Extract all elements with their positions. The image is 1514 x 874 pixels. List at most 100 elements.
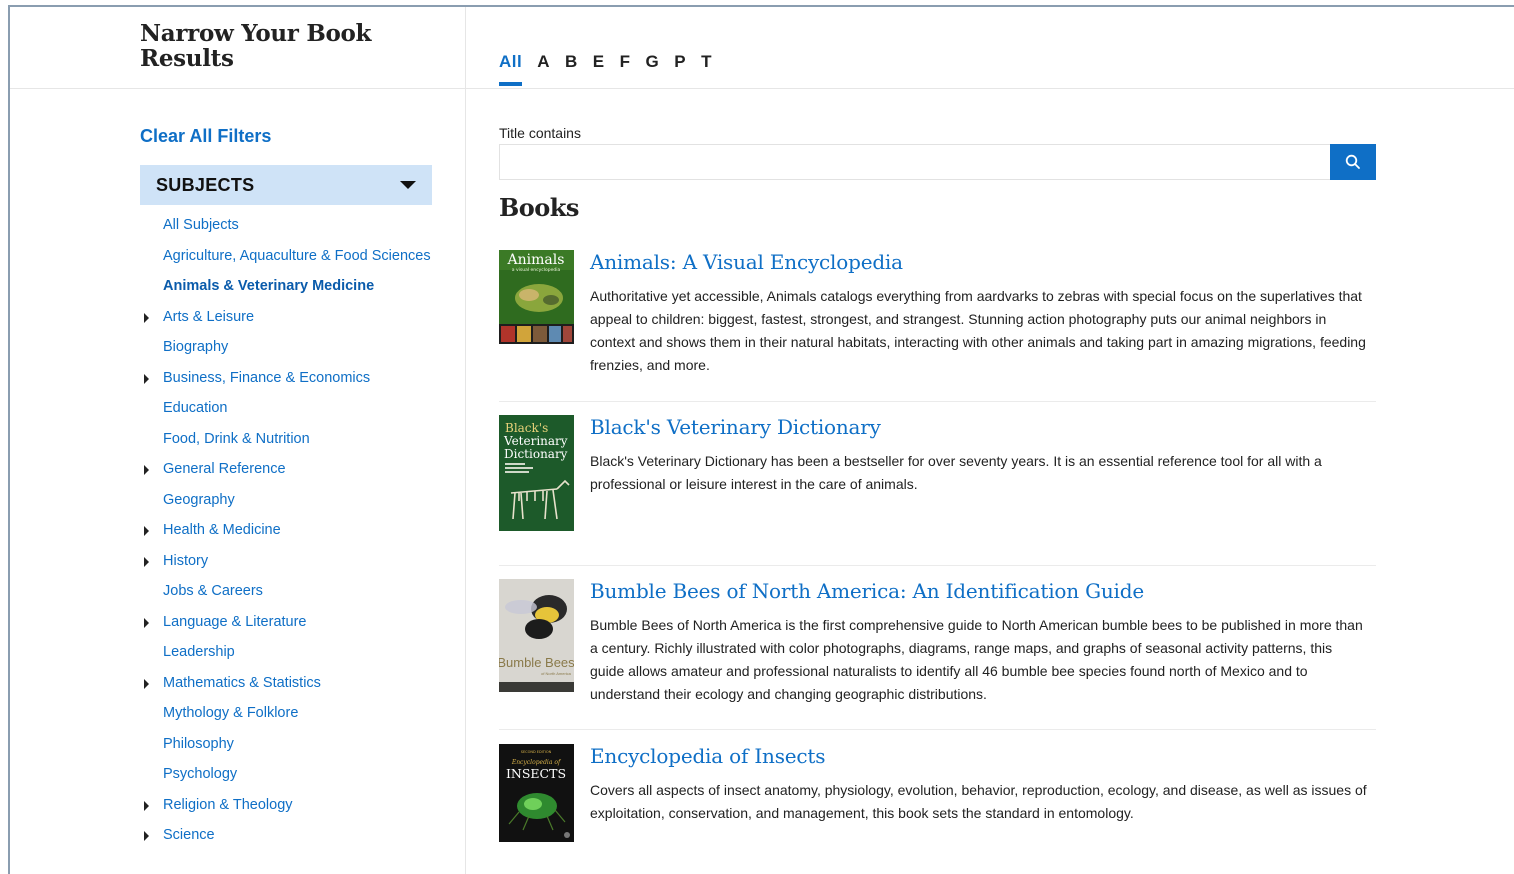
subject-item[interactable]: Geography bbox=[140, 489, 440, 512]
subject-label: Leadership bbox=[163, 644, 235, 660]
subject-item[interactable]: Mythology & Folklore bbox=[140, 702, 440, 725]
book-item: SECOND EDITION Encyclopedia of INSECTS E… bbox=[499, 744, 1376, 874]
subject-label: Mathematics & Statistics bbox=[163, 674, 321, 691]
subject-item[interactable]: Language & Literature bbox=[140, 611, 440, 634]
results-main: All A B E F G P T Title contains Books Animals … bbox=[466, 7, 1514, 874]
subject-label: Philosophy bbox=[163, 735, 234, 752]
subject-item[interactable]: Mathematics & Statistics bbox=[140, 672, 440, 695]
cover-title: Veterinary bbox=[503, 434, 568, 448]
cover-edition: SECOND EDITION bbox=[521, 750, 552, 754]
filter-sidebar: Narrow Your Book Results Clear All Filte… bbox=[10, 7, 466, 874]
subject-item[interactable]: History bbox=[140, 550, 440, 573]
subject-label: Geography bbox=[163, 491, 235, 508]
subject-label: Jobs & Careers bbox=[163, 583, 263, 599]
search-icon bbox=[1345, 154, 1360, 169]
subject-item[interactable]: Business, Finance & Economics bbox=[140, 367, 440, 390]
book-description: Covers all aspects of insect anatomy, ph… bbox=[590, 782, 1367, 821]
books-heading: Books bbox=[499, 193, 579, 222]
subject-item[interactable]: Biography bbox=[140, 336, 440, 359]
book-item: Bumble Bees of North America Bumble Bees… bbox=[499, 579, 1376, 730]
book-description: Bumble Bees of North America is the firs… bbox=[590, 617, 1363, 702]
subject-item[interactable]: Agriculture, Aquaculture & Food Sciences bbox=[140, 245, 440, 268]
tab-a[interactable]: A bbox=[537, 52, 550, 88]
subjects-label: SUBJECTS bbox=[156, 174, 255, 195]
tab-f[interactable]: F bbox=[620, 52, 631, 88]
subject-label: Arts & Leisure bbox=[163, 308, 255, 325]
title-search-input[interactable] bbox=[499, 144, 1330, 180]
subject-item[interactable]: Religion & Theology bbox=[140, 794, 440, 817]
subject-item[interactable]: Jobs & Careers bbox=[140, 580, 440, 603]
subject-label: Language & Literature bbox=[163, 613, 307, 630]
cover-title: Animals bbox=[507, 252, 565, 268]
cover-title: Black's bbox=[505, 421, 548, 435]
tab-b[interactable]: B bbox=[565, 52, 578, 88]
cover-title: INSECTS bbox=[506, 766, 566, 781]
tab-t[interactable]: T bbox=[701, 52, 712, 88]
expand-triangle-icon[interactable] bbox=[144, 465, 149, 475]
book-item: Animals a visual encyclopedia Animals: A… bbox=[499, 250, 1376, 402]
subject-item[interactable]: Science bbox=[140, 824, 440, 847]
tab-e[interactable]: E bbox=[593, 52, 605, 88]
subject-item[interactable]: Arts & Leisure bbox=[140, 306, 440, 329]
cover-title: Bumble Bees bbox=[499, 655, 574, 670]
subjects-accordion-header[interactable]: SUBJECTS bbox=[140, 165, 432, 205]
expand-triangle-icon[interactable] bbox=[144, 373, 149, 384]
expand-triangle-icon[interactable] bbox=[144, 678, 149, 689]
book-title-link[interactable]: Encyclopedia of Insects bbox=[590, 744, 826, 768]
tab-g[interactable]: G bbox=[646, 52, 660, 88]
subject-item[interactable]: Philosophy bbox=[140, 733, 440, 756]
book-item: Black's Veterinary Dictionary Black's Ve… bbox=[499, 415, 1376, 566]
subject-label: History bbox=[163, 552, 209, 569]
subject-label: Education bbox=[163, 400, 228, 416]
search-label: Title contains bbox=[499, 125, 581, 141]
subject-label: Biography bbox=[163, 339, 229, 355]
letter-tabs: All A B E F G P T bbox=[499, 52, 727, 88]
expand-triangle-icon[interactable] bbox=[144, 312, 149, 323]
cover-subtitle: a visual encyclopedia bbox=[512, 267, 561, 273]
subject-label: Science bbox=[163, 827, 215, 843]
subject-label: Animals & Veterinary Medicine bbox=[163, 278, 375, 294]
sidebar-title: Narrow Your Book Results bbox=[140, 20, 372, 72]
cover-subtitle: Encyclopedia of bbox=[511, 759, 562, 766]
subject-item[interactable]: Education bbox=[140, 397, 440, 420]
tab-all[interactable]: All bbox=[499, 52, 523, 88]
book-title-link[interactable]: Animals: A Visual Encyclopedia bbox=[590, 250, 903, 274]
chevron-down-icon bbox=[400, 181, 416, 189]
book-title-link[interactable]: Black's Veterinary Dictionary bbox=[590, 415, 881, 439]
subject-item[interactable]: All Subjects bbox=[140, 214, 440, 237]
search-button[interactable] bbox=[1330, 144, 1376, 180]
clear-all-filters-link[interactable]: Clear All Filters bbox=[140, 126, 271, 147]
book-cover-image[interactable]: SECOND EDITION Encyclopedia of INSECTS bbox=[499, 744, 574, 842]
subject-item[interactable]: Psychology bbox=[140, 763, 440, 786]
book-title-link[interactable]: Bumble Bees of North America: An Identif… bbox=[590, 579, 1144, 603]
subject-item[interactable]: Animals & Veterinary Medicine bbox=[140, 275, 440, 298]
book-cover-image[interactable]: Animals a visual encyclopedia bbox=[499, 250, 574, 344]
expand-triangle-icon[interactable] bbox=[144, 831, 149, 841]
search-box bbox=[499, 144, 1376, 180]
subject-list: All Subjects Agriculture, Aquaculture & F… bbox=[140, 214, 440, 855]
expand-triangle-icon[interactable] bbox=[144, 800, 149, 811]
subject-item[interactable]: Food, Drink & Nutrition bbox=[140, 428, 440, 451]
subject-label: Food, Drink & Nutrition bbox=[163, 430, 310, 447]
subject-label: General Reference bbox=[163, 461, 286, 477]
tab-p[interactable]: P bbox=[674, 52, 686, 88]
subject-label: Agriculture, Aquaculture & Food Sciences bbox=[163, 247, 431, 264]
book-description: Black's Veterinary Dictionary has been a… bbox=[590, 453, 1322, 492]
subject-label: Psychology bbox=[163, 766, 238, 782]
subject-label: Health & Medicine bbox=[163, 522, 281, 538]
book-cover-image[interactable]: Black's Veterinary Dictionary bbox=[499, 415, 574, 531]
expand-triangle-icon[interactable] bbox=[144, 526, 149, 536]
subject-item[interactable]: Leadership bbox=[140, 641, 440, 664]
subject-label: Business, Finance & Economics bbox=[163, 369, 371, 386]
subject-item[interactable]: General Reference bbox=[140, 458, 440, 481]
sidebar-header: Narrow Your Book Results bbox=[10, 7, 465, 89]
book-cover-image[interactable]: Bumble Bees of North America bbox=[499, 579, 574, 692]
cover-subtitle: of North America bbox=[541, 671, 572, 676]
subject-label: Mythology & Folklore bbox=[163, 705, 299, 721]
page-frame: Narrow Your Book Results Clear All Filte… bbox=[8, 5, 1514, 874]
subject-item[interactable]: Health & Medicine bbox=[140, 519, 440, 542]
expand-triangle-icon[interactable] bbox=[144, 556, 149, 567]
letter-tabs-bar: All A B E F G P T bbox=[466, 7, 1514, 89]
subject-label: Religion & Theology bbox=[163, 796, 293, 813]
expand-triangle-icon[interactable] bbox=[144, 617, 149, 628]
